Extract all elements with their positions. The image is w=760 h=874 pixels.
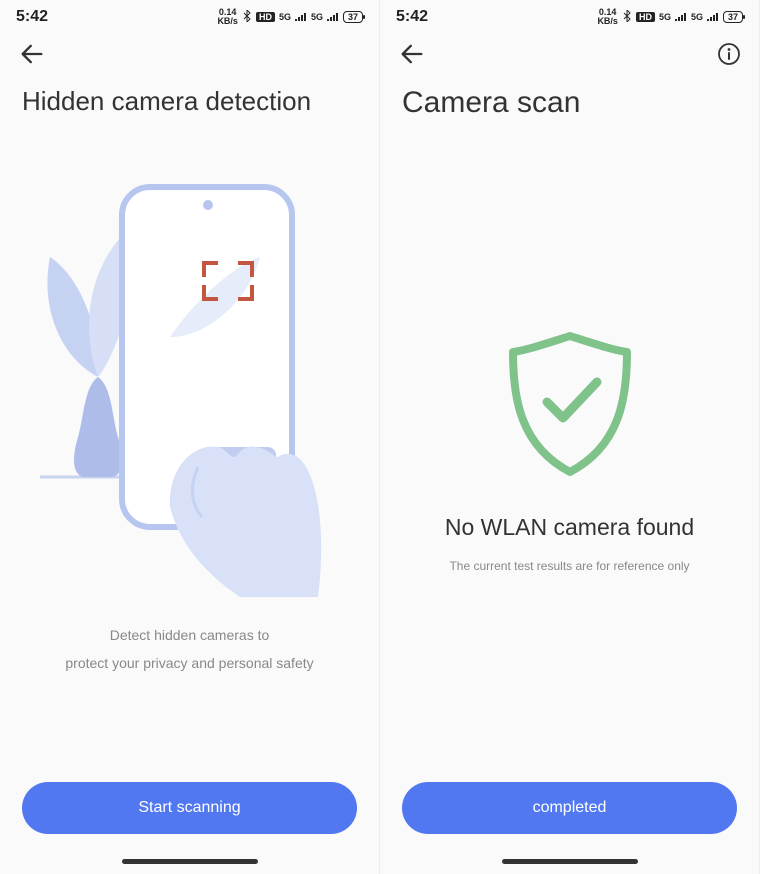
signal-bars-2-icon xyxy=(327,11,339,24)
main-content: No WLAN camera found The current test re… xyxy=(380,120,759,782)
result-subtext: The current test results are for referen… xyxy=(449,559,689,573)
signal-bars-2-icon xyxy=(707,11,719,24)
description-text: Detect hidden cameras to protect your pr… xyxy=(65,621,313,677)
status-bar: 5:42 0.14KB/s HD 5G 5G 37 xyxy=(0,0,379,34)
signal-bars-1-icon xyxy=(295,11,307,24)
signal-label-2: 5G xyxy=(691,12,703,22)
completed-button[interactable]: completed xyxy=(402,782,737,834)
signal-label-1: 5G xyxy=(279,12,291,22)
home-indicator[interactable] xyxy=(502,859,638,864)
main-content: 02:36 Detect hidden cameras to protect y… xyxy=(0,117,379,782)
result-heading: No WLAN camera found xyxy=(445,514,694,541)
battery-icon: 37 xyxy=(343,11,363,23)
signal-label-1: 5G xyxy=(659,12,671,22)
nav-bar xyxy=(0,34,379,78)
data-rate-icon: 0.14KB/s xyxy=(217,8,238,26)
start-scanning-button[interactable]: Start scanning xyxy=(22,782,357,834)
screen-hidden-camera-detection: 5:42 0.14KB/s HD 5G 5G 37 Hidden camera xyxy=(0,0,380,874)
bluetooth-icon xyxy=(622,10,632,25)
screen-camera-scan-result: 5:42 0.14KB/s HD 5G 5G 37 xyxy=(380,0,760,874)
hd-icon: HD xyxy=(636,12,655,22)
data-rate-icon: 0.14KB/s xyxy=(597,8,618,26)
bluetooth-icon xyxy=(242,10,252,25)
status-time: 5:42 xyxy=(16,8,48,26)
page-title: Hidden camera detection xyxy=(0,78,379,117)
back-icon[interactable] xyxy=(18,40,46,73)
signal-label-2: 5G xyxy=(311,12,323,22)
nav-bar xyxy=(380,34,759,78)
info-icon[interactable] xyxy=(717,42,741,71)
page-title: Camera scan xyxy=(380,78,759,120)
shield-check-icon xyxy=(505,330,635,478)
status-indicators: 0.14KB/s HD 5G 5G 37 xyxy=(217,8,363,26)
status-bar: 5:42 0.14KB/s HD 5G 5G 37 xyxy=(380,0,759,34)
illustration-phone-scan: 02:36 xyxy=(30,157,350,597)
back-icon[interactable] xyxy=(398,40,426,73)
battery-icon: 37 xyxy=(723,11,743,23)
status-indicators: 0.14KB/s HD 5G 5G 37 xyxy=(597,8,743,26)
signal-bars-1-icon xyxy=(675,11,687,24)
status-time: 5:42 xyxy=(396,8,428,26)
home-indicator[interactable] xyxy=(122,859,258,864)
hd-icon: HD xyxy=(256,12,275,22)
